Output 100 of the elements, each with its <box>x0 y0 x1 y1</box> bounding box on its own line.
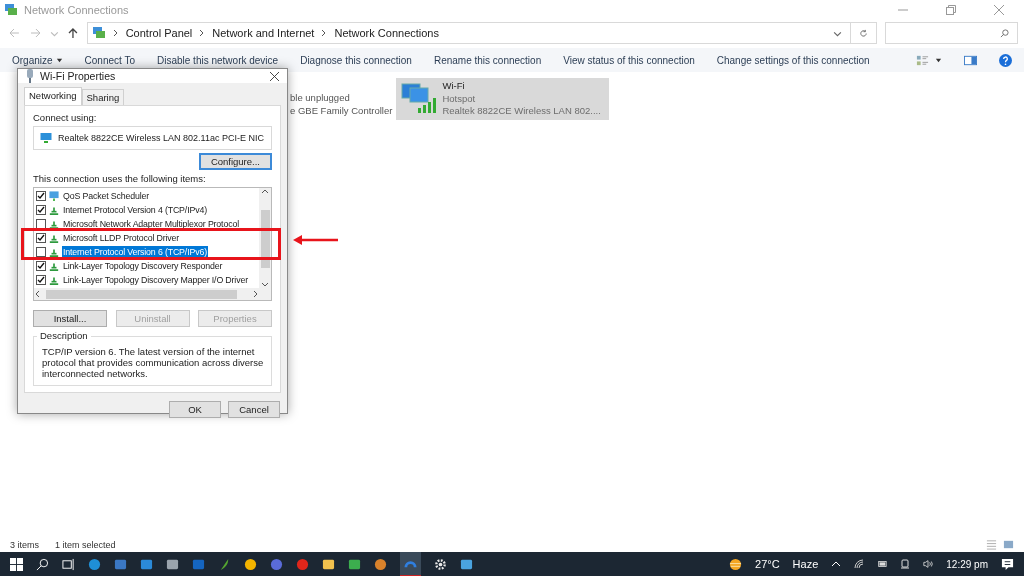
breadcrumb[interactable]: Control Panel <box>125 27 193 39</box>
network-node-icon <box>49 233 59 243</box>
app-icon[interactable] <box>140 557 153 571</box>
connection-name: Wi-Fi <box>442 80 466 93</box>
list-item[interactable]: Microsoft LLDP Protocol Driver <box>62 232 181 244</box>
help-icon[interactable] <box>999 53 1012 67</box>
connection-detail: Hotspot <box>442 92 477 105</box>
app-icon[interactable] <box>322 557 335 571</box>
list-item[interactable]: Link-Layer Topology Discovery Responder <box>62 260 224 272</box>
list-item[interactable]: Internet Protocol Version 6 (TCP/IPv6) <box>62 246 208 258</box>
toolbar-button[interactable]: Organize <box>12 54 63 66</box>
network-icon <box>4 3 18 17</box>
speaker-icon[interactable] <box>923 559 934 569</box>
computer-signal-icon <box>400 80 437 114</box>
checkbox[interactable] <box>36 261 46 271</box>
toolbar-button[interactable]: Disable this network device <box>157 54 279 66</box>
breadcrumb[interactable]: Network and Internet <box>212 27 315 39</box>
app-icon[interactable] <box>460 557 473 571</box>
checkbox[interactable] <box>36 191 46 201</box>
notification-icon[interactable] <box>1001 557 1014 571</box>
app-icon[interactable] <box>218 557 231 571</box>
connection-detail: e GBE Family Controller <box>290 104 393 117</box>
annotation-arrow <box>293 235 339 245</box>
checkbox[interactable] <box>36 219 46 229</box>
field-label: Connect using: <box>33 112 98 123</box>
restore-icon[interactable] <box>946 5 956 15</box>
adapter-icon <box>26 69 34 83</box>
windows-start-icon[interactable] <box>10 557 23 571</box>
list-item[interactable]: Internet Protocol Version 4 (TCP/IPv4) <box>62 204 208 216</box>
chevron-icon <box>112 29 119 37</box>
scroll-up-icon[interactable] <box>261 188 269 196</box>
chevron-up-icon[interactable] <box>831 559 842 569</box>
wifi-icon[interactable] <box>854 559 865 569</box>
search-field[interactable] <box>884 22 1018 44</box>
connection-item[interactable]: Wi-Fi Hotspot Realtek 8822CE Wireless LAN 802.... <box>396 78 609 120</box>
dialog-button[interactable]: OK <box>169 401 221 418</box>
weather-temperature[interactable]: 27°C <box>755 558 780 570</box>
camera-icon[interactable] <box>900 559 911 569</box>
network-icon <box>91 26 106 40</box>
scroll-right-icon[interactable] <box>251 290 259 298</box>
refresh-icon <box>859 28 868 38</box>
toolbar-button[interactable]: Diagnose this connection <box>300 54 412 66</box>
app-icon[interactable] <box>166 557 179 571</box>
configure-button[interactable]: Configure... <box>198 153 272 170</box>
weather-condition[interactable]: Haze <box>792 558 819 570</box>
search-icon <box>1000 28 1009 38</box>
network-node-icon <box>49 261 59 271</box>
toolbar-button[interactable]: View status of this connection <box>563 54 695 66</box>
sun-icon <box>729 557 743 571</box>
group-label: Description <box>37 330 91 341</box>
list-item[interactable]: QoS Packet Scheduler <box>62 190 150 202</box>
toolbar-button[interactable]: Rename this connection <box>433 54 542 66</box>
network-node-icon <box>49 247 59 257</box>
up-arrow-icon[interactable] <box>66 27 79 39</box>
app-icon[interactable] <box>374 557 387 571</box>
breadcrumb[interactable]: Network Connections <box>334 27 439 39</box>
task-view-icon[interactable] <box>62 557 75 571</box>
network-node-icon <box>49 275 59 285</box>
checkbox[interactable] <box>36 275 46 285</box>
tab[interactable]: Sharing <box>81 89 125 105</box>
window-title: Network Connections <box>24 4 129 16</box>
connection-item[interactable]: ble unplugged e GBE Family Controller <box>286 78 397 119</box>
vertical-scrollbar[interactable] <box>259 188 271 288</box>
action-button[interactable]: Install... <box>33 310 107 327</box>
status-text: 3 items <box>10 539 39 550</box>
toolbar-button[interactable]: Connect To <box>84 54 135 66</box>
preview-pane-icon[interactable] <box>964 53 977 67</box>
app-icon[interactable] <box>348 557 361 571</box>
toolbar-button[interactable]: Change settings of this connection <box>716 54 870 66</box>
dialog-title: Wi-Fi Properties <box>40 70 116 82</box>
list-item[interactable]: Microsoft Network Adapter Multiplexor Protocol <box>62 218 240 230</box>
list-item[interactable]: Link-Layer Topology Discovery Mapper I/O Driver <box>62 274 249 286</box>
network-node-icon <box>49 205 59 215</box>
scroll-left-icon[interactable] <box>34 290 42 298</box>
connection-detail: Realtek 8822CE Wireless LAN 802.... <box>442 105 601 118</box>
caret-icon[interactable] <box>935 56 942 64</box>
connection-detail: ble unplugged <box>290 92 351 105</box>
address-bar[interactable]: Control Panel Network and Internet Network Connections <box>86 22 852 44</box>
adapter-name: Realtek 8822CE Wireless LAN 802.11ac PCI-E NIC <box>58 133 264 143</box>
network-node-icon <box>49 219 59 229</box>
checkbox[interactable] <box>36 247 46 257</box>
chevron-icon <box>321 29 328 37</box>
monitor-icon <box>40 132 52 144</box>
monitor-icon <box>49 191 59 201</box>
horizontal-scrollbar[interactable] <box>34 288 271 300</box>
app-icon[interactable] <box>244 557 257 571</box>
dialog-button[interactable]: Cancel <box>228 401 280 418</box>
checkbox[interactable] <box>36 205 46 215</box>
status-text: 1 item selected <box>55 539 116 550</box>
app-icon[interactable] <box>88 557 101 571</box>
field-label: This connection uses the following items: <box>33 173 207 184</box>
clock[interactable]: 12:29 pm <box>946 558 988 570</box>
search-icon[interactable] <box>36 557 49 571</box>
checkbox[interactable] <box>36 233 46 243</box>
app-icon[interactable] <box>400 551 421 576</box>
close-icon[interactable] <box>270 71 279 81</box>
battery-icon[interactable] <box>877 559 888 569</box>
settings-icon[interactable] <box>434 557 447 571</box>
tab[interactable]: Networking <box>24 87 82 105</box>
scroll-down-icon[interactable] <box>261 280 269 288</box>
